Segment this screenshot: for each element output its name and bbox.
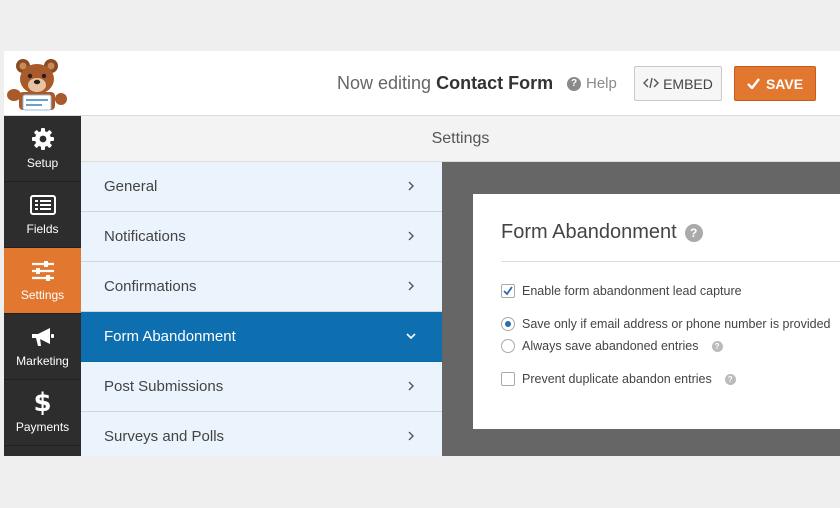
help-tooltip-icon[interactable]: ? [684,223,703,242]
settings-content: Form Abandonment ? Enable form abandonme… [442,162,840,456]
menu-item-label: General [104,178,158,195]
form-name: Contact Form [436,73,554,93]
form-abandonment-card: Form Abandonment ? Enable form abandonme… [473,194,840,429]
embed-button[interactable]: EMBED [634,66,722,101]
title-divider [501,261,840,262]
menu-item-label: Post Submissions [104,378,224,395]
settings-menu: General Notifications Confirmations Form… [81,162,442,456]
left-nav: Setup Fields Settings Marketing $ Paymen… [4,116,81,456]
menu-item-label: Confirmations [104,278,197,295]
always-save-option[interactable]: Always save abandoned entries ? [501,339,723,353]
enable-lead-capture-checkbox[interactable] [501,284,515,298]
checkmark-icon [747,76,760,92]
always-save-radio[interactable] [501,339,515,353]
chevron-down-icon [404,329,418,343]
question-icon: ? [567,76,581,91]
menu-item-confirmations[interactable]: Confirmations [81,262,442,312]
gear-icon [4,126,81,152]
prevent-duplicate-label: Prevent duplicate abandon entries [522,372,712,386]
panel-title-text: Form Abandonment [501,221,677,243]
editing-title: Now editing Contact Form [337,73,553,94]
menu-item-notifications[interactable]: Notifications [81,212,442,262]
enable-lead-capture-option[interactable]: Enable form abandonment lead capture [501,284,742,298]
prevent-duplicate-checkbox[interactable] [501,372,515,386]
form-builder-app: Now editing Contact Form ? Help EMBED SA… [4,51,840,456]
help-link[interactable]: ? Help [567,75,617,92]
menu-item-post-submissions[interactable]: Post Submissions [81,362,442,412]
menu-item-surveys-and-polls[interactable]: Surveys and Polls [81,412,442,456]
chevron-right-icon [404,379,418,393]
nav-label-fields: Fields [26,222,59,236]
help-tooltip-icon[interactable]: ? [724,373,736,385]
menu-item-form-abandonment[interactable]: Form Abandonment [81,312,442,362]
save-button[interactable]: SAVE [734,66,816,101]
chevron-right-icon [404,429,418,443]
chevron-right-icon [404,279,418,293]
always-save-label: Always save abandoned entries [522,339,699,353]
enable-lead-capture-label: Enable form abandonment lead capture [522,284,742,298]
fields-icon [4,192,81,218]
help-tooltip-icon[interactable]: ? [711,340,723,352]
embed-label: EMBED [663,75,713,92]
nav-item-setup[interactable]: Setup [4,116,81,182]
nav-label-marketing: Marketing [16,354,69,368]
menu-item-general[interactable]: General [81,162,442,212]
nav-item-fields[interactable]: Fields [4,182,81,248]
nav-item-settings[interactable]: Settings [4,248,81,314]
chevron-right-icon [404,229,418,243]
save-only-option[interactable]: Save only if email address or phone numb… [501,317,831,331]
save-label: SAVE [765,75,804,92]
help-label: Help [586,75,617,92]
code-icon [643,76,660,92]
megaphone-icon [4,324,81,350]
panel-title: Form Abandonment ? [501,221,703,244]
sliders-icon [4,258,81,284]
top-bar: Now editing Contact Form ? Help EMBED SA… [4,51,840,116]
nav-item-payments[interactable]: $ Payments [4,380,81,446]
bear-logo-icon [6,57,68,111]
nav-label-settings: Settings [20,288,65,302]
prevent-duplicate-option[interactable]: Prevent duplicate abandon entries ? [501,372,736,386]
settings-header: Settings [81,116,840,162]
menu-item-label: Surveys and Polls [104,428,225,445]
save-only-radio[interactable] [501,317,515,331]
dollar-icon: $ [33,388,52,418]
menu-item-label: Form Abandonment [104,328,236,345]
nav-item-marketing[interactable]: Marketing [4,314,81,380]
chevron-right-icon [404,179,418,193]
nav-label-setup: Setup [26,156,59,170]
save-only-label: Save only if email address or phone numb… [522,317,831,331]
nav-label-payments: Payments [15,420,70,434]
menu-item-label: Notifications [104,228,186,245]
editing-prefix: Now editing [337,73,432,93]
